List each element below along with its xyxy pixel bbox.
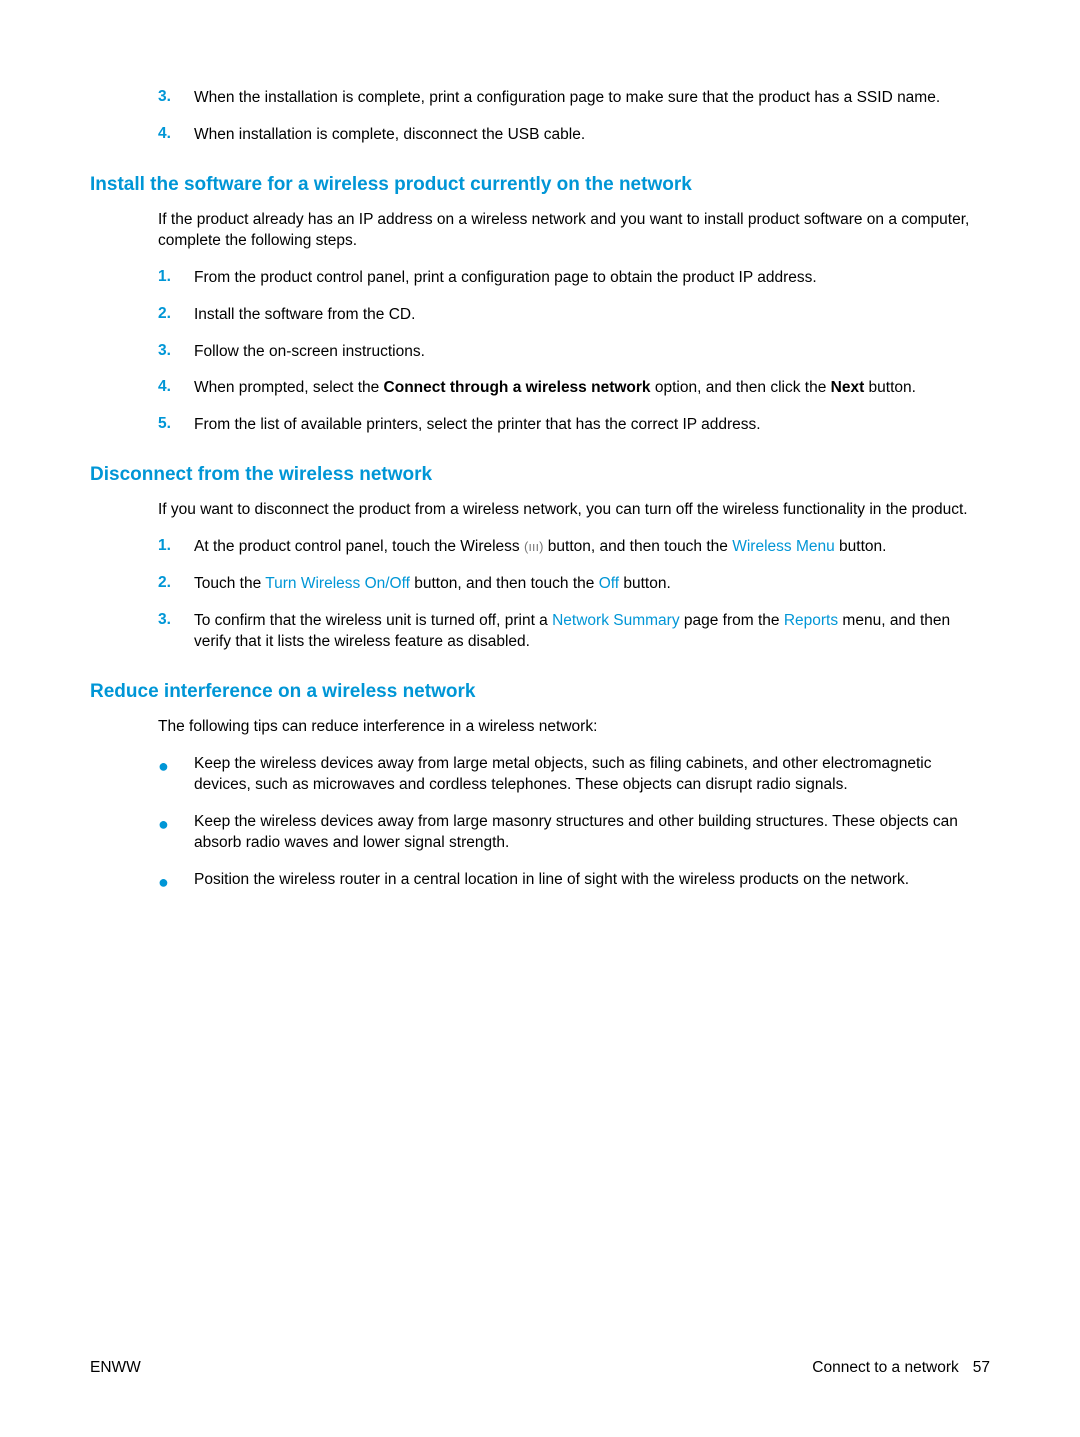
footer-right: Connect to a network 57 xyxy=(812,1359,990,1377)
list-item: ● Keep the wireless devices away from la… xyxy=(158,754,990,796)
heading-disconnect: Disconnect from the wireless network xyxy=(90,464,990,486)
paragraph: If you want to disconnect the product fr… xyxy=(158,500,990,521)
list-item: 1. From the product control panel, print… xyxy=(158,268,990,289)
list-number: 3. xyxy=(158,342,194,363)
list-text: Install the software from the CD. xyxy=(194,305,990,326)
list-number: 3. xyxy=(158,88,194,109)
list-text: Keep the wireless devices away from larg… xyxy=(194,754,990,796)
text-run: button. xyxy=(864,379,916,396)
list-item: 3. Follow the on-screen instructions. xyxy=(158,342,990,363)
text-run: button. xyxy=(619,575,671,592)
list-text: At the product control panel, touch the … xyxy=(194,537,990,558)
text-run: page from the xyxy=(680,612,784,629)
bullet-icon: ● xyxy=(158,812,194,854)
page: 3. When the installation is complete, pr… xyxy=(0,0,1080,1437)
list-number: 2. xyxy=(158,574,194,595)
ui-label: Turn Wireless On/Off xyxy=(265,575,410,592)
list-text: Touch the Turn Wireless On/Off button, a… xyxy=(194,574,990,595)
list-item: 3. When the installation is complete, pr… xyxy=(158,88,990,109)
list-text: Keep the wireless devices away from larg… xyxy=(194,812,990,854)
text-run: When prompted, select the xyxy=(194,379,384,396)
paragraph: The following tips can reduce interferen… xyxy=(158,717,990,738)
list-item: 2. Touch the Turn Wireless On/Off button… xyxy=(158,574,990,595)
list-text: From the product control panel, print a … xyxy=(194,268,990,289)
ui-label: Wireless Menu xyxy=(732,538,835,555)
list-item: 4. When prompted, select the Connect thr… xyxy=(158,378,990,399)
list-number: 4. xyxy=(158,125,194,146)
ui-label: Off xyxy=(599,575,619,592)
bullet-list: ● Keep the wireless devices away from la… xyxy=(158,754,990,891)
ordered-list-disconnect: 1. At the product control panel, touch t… xyxy=(158,537,990,653)
heading-reduce-interference: Reduce interference on a wireless networ… xyxy=(90,681,990,703)
ui-label: Network Summary xyxy=(552,612,679,629)
list-number: 1. xyxy=(158,537,194,558)
list-item: 2. Install the software from the CD. xyxy=(158,305,990,326)
list-number: 4. xyxy=(158,378,194,399)
list-text: To confirm that the wireless unit is tur… xyxy=(194,611,990,653)
bullet-icon: ● xyxy=(158,870,194,891)
footer-section-title: Connect to a network xyxy=(812,1359,958,1376)
text-run: button. xyxy=(835,538,887,555)
bold-text: Connect through a wireless network xyxy=(384,379,651,396)
list-text: When installation is complete, disconnec… xyxy=(194,125,990,146)
text-run: To confirm that the wireless unit is tur… xyxy=(194,612,552,629)
text-run: button, and then touch the xyxy=(410,575,599,592)
text-run: At the product control panel, touch the … xyxy=(194,538,524,555)
list-item: 5. From the list of available printers, … xyxy=(158,415,990,436)
ordered-list-install: 1. From the product control panel, print… xyxy=(158,268,990,437)
list-item: ● Keep the wireless devices away from la… xyxy=(158,812,990,854)
list-text: From the list of available printers, sel… xyxy=(194,415,990,436)
content-area: 3. When the installation is complete, pr… xyxy=(90,88,990,891)
paragraph: If the product already has an IP address… xyxy=(158,210,990,252)
list-item: 4. When installation is complete, discon… xyxy=(158,125,990,146)
list-text: Follow the on-screen instructions. xyxy=(194,342,990,363)
list-number: 5. xyxy=(158,415,194,436)
bullet-icon: ● xyxy=(158,754,194,796)
list-text: When prompted, select the Connect throug… xyxy=(194,378,990,399)
page-footer: ENWW Connect to a network 57 xyxy=(90,1359,990,1377)
heading-install-software: Install the software for a wireless prod… xyxy=(90,174,990,196)
list-text: When the installation is complete, print… xyxy=(194,88,990,109)
list-item: 1. At the product control panel, touch t… xyxy=(158,537,990,558)
wireless-icon: (ııı) xyxy=(524,539,544,554)
list-number: 2. xyxy=(158,305,194,326)
text-run: button, and then touch the xyxy=(543,538,732,555)
list-number: 1. xyxy=(158,268,194,289)
list-item: 3. To confirm that the wireless unit is … xyxy=(158,611,990,653)
page-number: 57 xyxy=(973,1359,990,1376)
text-run: Touch the xyxy=(194,575,265,592)
text-run: option, and then click the xyxy=(651,379,831,396)
footer-left: ENWW xyxy=(90,1359,141,1377)
ui-label: Reports xyxy=(784,612,838,629)
ordered-list-top: 3. When the installation is complete, pr… xyxy=(158,88,990,146)
list-number: 3. xyxy=(158,611,194,653)
bold-text: Next xyxy=(831,379,865,396)
list-text: Position the wireless router in a centra… xyxy=(194,870,990,891)
list-item: ● Position the wireless router in a cent… xyxy=(158,870,990,891)
